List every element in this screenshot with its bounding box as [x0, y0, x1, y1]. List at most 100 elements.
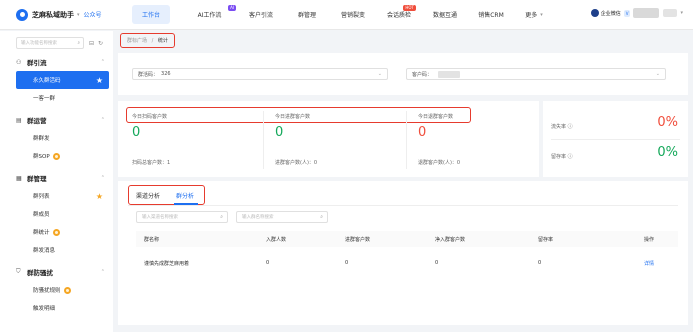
tab-group-analysis[interactable]: 群分析	[176, 191, 194, 200]
user-name: 企业微信	[600, 10, 621, 17]
share-icon: ⚇	[16, 58, 22, 66]
stat-today-scanned: 今日扫码客户数 0 扫码总客户数：1	[132, 101, 262, 177]
sidebar-group-group-management[interactable]: ▦ 群管理 ⌃	[16, 169, 113, 187]
sidebar-search-input[interactable]: 输入功能名称搜索 ⌕	[16, 37, 84, 49]
nav-label: 工作台	[131, 5, 170, 24]
star-icon[interactable]: ★	[96, 76, 103, 85]
sidebar-group-group-leads[interactable]: ⚇ 群引流 ⌃	[16, 53, 113, 71]
sidebar-item-label: 群群发	[33, 136, 50, 142]
sidebar-item-trigger-details[interactable]: 触发明细	[0, 299, 113, 317]
org-avatar	[590, 9, 599, 17]
chevron-up-icon: ⌃	[100, 59, 105, 65]
stat-today-entered: 今日进群客户数 0 进群客户数(人)：0	[275, 101, 405, 177]
cell-retention: 0	[538, 260, 542, 266]
nav-session-quality[interactable]: 会话质检 HOT	[376, 0, 422, 30]
nav-label: 数据互通	[432, 12, 457, 19]
user-menu[interactable]: 企业微信 V ▾	[590, 8, 683, 18]
nav-marketing[interactable]: 营销裂变	[330, 0, 376, 30]
group-search-input[interactable]: 输入群名称搜索 ⌕	[236, 211, 328, 223]
sidebar-item-one-customer-one-group[interactable]: 一客一群	[0, 89, 113, 107]
nav-ai-workflow[interactable]: AI工作流 AI	[181, 0, 238, 30]
nav-data-sync[interactable]: 数据互通	[422, 0, 468, 30]
tab-channel-analysis[interactable]: 渠道分析	[136, 191, 160, 200]
group-code-select[interactable]: 群活码： 326 ⌄	[132, 68, 388, 80]
user-tag: V	[623, 9, 631, 17]
sidebar-item-anti-harassment-rules[interactable]: 防骚扰规则	[0, 281, 113, 299]
hot-icon	[52, 228, 60, 236]
search-icon: ⌕	[320, 214, 323, 220]
column-header: 留存率	[538, 237, 554, 243]
cell-net-entered: 0	[435, 260, 439, 266]
chevron-down-icon: ▾	[680, 10, 683, 16]
refresh-icon[interactable]: ↻	[98, 40, 103, 47]
nav-label: 更多	[525, 12, 538, 19]
group-code-label: 群活码：	[138, 71, 159, 78]
details-link[interactable]: 详情	[644, 260, 654, 267]
retain-label: 留存率 ⓘ	[551, 154, 573, 160]
channel-select[interactable]: 客户码： ⌄	[406, 68, 666, 80]
sidebar-item-label: 群列表	[33, 194, 50, 200]
table-row: 谨慎先成群芝麻用着 0 0 0 0 详情	[136, 255, 678, 271]
sidebar-item-group-broadcast[interactable]: 群群发	[0, 129, 113, 147]
sidebar-group-anti-harassment[interactable]: ⛉ 群防骚扰 ⌃	[16, 263, 113, 281]
sidebar-item-label: 群成员	[33, 212, 50, 218]
app-logo[interactable]: 芝麻私域助手 ▾ 公众号	[16, 8, 121, 21]
sidebar-item-group-list[interactable]: 群列表 ★	[0, 187, 113, 205]
company-switch[interactable]: 公众号	[84, 10, 102, 19]
table-header: 群名称 入群人数 进群客户数 净入群客户数 留存率 操作	[136, 231, 678, 247]
stat-sub-label: 扫码总客户数：	[132, 160, 168, 166]
stat-value: 0	[132, 125, 141, 140]
sidebar-group-group-operations[interactable]: ▤ 群运营 ⌃	[16, 111, 113, 129]
divider	[551, 139, 680, 140]
avatar	[633, 8, 660, 18]
column-header: 入群人数	[266, 237, 287, 243]
nav-more[interactable]: 更多 ▾	[514, 0, 554, 30]
divider	[263, 111, 264, 169]
column-header: 进群客户数	[345, 237, 371, 243]
nav-label: 营销裂变	[340, 12, 365, 19]
nav-label: 客户引流	[248, 12, 273, 19]
divider	[128, 205, 678, 206]
sidebar-item-label: 群发消息	[33, 248, 56, 254]
column-header: 操作	[644, 237, 655, 243]
main-content: 群标广场 / 统计 群活码： 326 ⌄ 客户码： ⌄ 今日扫码客户数 0 扫码…	[118, 31, 688, 332]
search-icon: ⌕	[77, 41, 80, 46]
nav-label: 会话质检	[386, 12, 411, 19]
stat-sub: 退群客户数(人)：0	[418, 159, 460, 166]
divider	[406, 111, 407, 169]
channel-label: 客户码：	[412, 71, 433, 78]
nav-group-management[interactable]: 群管理	[284, 0, 330, 30]
stat-label: 今日进群客户数	[275, 114, 311, 120]
shield-icon: ⛉	[16, 268, 21, 275]
nav-customer-leads[interactable]: 客户引流	[238, 0, 284, 30]
hot-icon	[63, 286, 71, 294]
analysis-card: 渠道分析 群分析 输入渠道名称搜索 ⌕ 输入群名称搜索 ⌕ 群名称 入群人数 进…	[118, 181, 688, 325]
sidebar-search: 输入功能名称搜索 ⌕ ⊟ ↻	[16, 37, 113, 49]
stat-sub-value: 1	[167, 160, 171, 166]
top-nav: 工作台 AI工作流 AI 客户引流 群管理 营销裂变 会话质检 HOT 数据互通…	[121, 0, 554, 30]
group-code-value: 326	[161, 71, 171, 77]
logo-icon	[16, 8, 28, 21]
group-search-placeholder: 输入群名称搜索	[242, 215, 274, 220]
sidebar-item-permanent-group-code[interactable]: 永久群活码 ★	[16, 71, 109, 89]
breadcrumb-box: 群标广场 / 统计	[120, 32, 175, 48]
nav-workbench[interactable]: 工作台	[121, 0, 181, 30]
pin-icon[interactable]: ⊟	[89, 40, 94, 47]
sidebar-item-group-members[interactable]: 群成员	[0, 205, 113, 223]
sidebar-item-group-sop[interactable]: 群SOP	[0, 147, 113, 165]
filter-card: 群活码： 326 ⌄ 客户码： ⌄	[118, 53, 688, 95]
stat-label: 今日扫码客户数	[132, 114, 168, 120]
breadcrumb-parent[interactable]: 群标广场	[127, 38, 147, 44]
stat-value: 0	[418, 125, 427, 140]
app-name: 芝麻私域助手	[32, 10, 74, 19]
channel-search-placeholder: 输入渠道名称搜索	[142, 215, 178, 220]
breadcrumb-separator: /	[151, 37, 154, 44]
sidebar-item-group-stats[interactable]: 群统计	[0, 223, 113, 241]
channel-search-input[interactable]: 输入渠道名称搜索 ⌕	[136, 211, 228, 223]
ai-badge: AI	[228, 4, 236, 11]
chevron-up-icon: ⌃	[100, 269, 105, 275]
star-icon[interactable]: ★	[96, 192, 103, 201]
nav-sales-crm[interactable]: 销售CRM	[468, 0, 514, 30]
sidebar-item-group-messages[interactable]: 群发消息	[0, 241, 113, 259]
cell-entered: 0	[345, 260, 349, 266]
